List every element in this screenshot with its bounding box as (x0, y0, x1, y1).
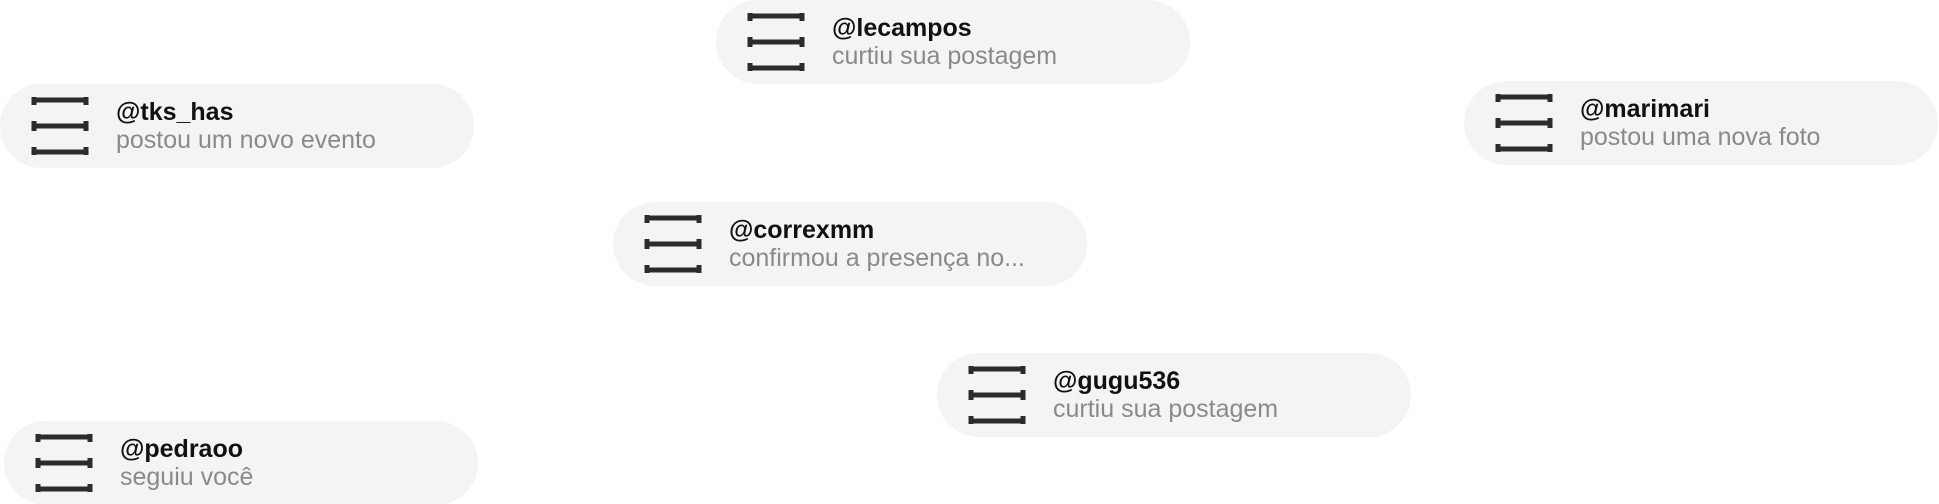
notification-username[interactable]: @gugu536 (1053, 367, 1278, 395)
notification-text: @tks_has postou um novo evento (116, 98, 376, 154)
placeholder-frame-icon (30, 96, 90, 156)
placeholder-frame-icon (1494, 93, 1554, 153)
notification-card[interactable]: @pedraoo seguiu você (4, 421, 478, 504)
notification-card[interactable]: @marimari postou uma nova foto (1464, 81, 1938, 165)
notification-message: postou uma nova foto (1580, 123, 1821, 151)
notification-card[interactable]: @tks_has postou um novo evento (0, 84, 474, 168)
notification-username[interactable]: @tks_has (116, 98, 376, 126)
notification-text: @gugu536 curtiu sua postagem (1053, 367, 1278, 423)
notification-canvas: @lecampos curtiu sua postagem @tks_has p… (0, 0, 1939, 504)
placeholder-frame-icon (34, 433, 94, 493)
notification-username[interactable]: @lecampos (832, 14, 1057, 42)
notification-message: seguiu você (120, 463, 254, 491)
notification-card[interactable]: @correxmm confirmou a presença no... (613, 202, 1087, 286)
notification-message: curtiu sua postagem (1053, 395, 1279, 423)
notification-message: curtiu sua postagem (832, 42, 1058, 70)
notification-username[interactable]: @marimari (1580, 95, 1820, 123)
notification-text: @pedraoo seguiu você (120, 435, 253, 491)
notification-text: @lecampos curtiu sua postagem (832, 14, 1057, 70)
notification-text: @correxmm confirmou a presença no... (729, 216, 1025, 272)
notification-message: postou um novo evento (116, 126, 376, 154)
notification-username[interactable]: @correxmm (729, 216, 1025, 244)
notification-card[interactable]: @lecampos curtiu sua postagem (716, 0, 1190, 84)
placeholder-frame-icon (746, 12, 806, 72)
notification-username[interactable]: @pedraoo (120, 435, 253, 463)
notification-message: confirmou a presença no... (729, 244, 1025, 272)
placeholder-frame-icon (643, 214, 703, 274)
notification-text: @marimari postou uma nova foto (1580, 95, 1820, 151)
placeholder-frame-icon (967, 365, 1027, 425)
notification-card[interactable]: @gugu536 curtiu sua postagem (937, 353, 1411, 437)
